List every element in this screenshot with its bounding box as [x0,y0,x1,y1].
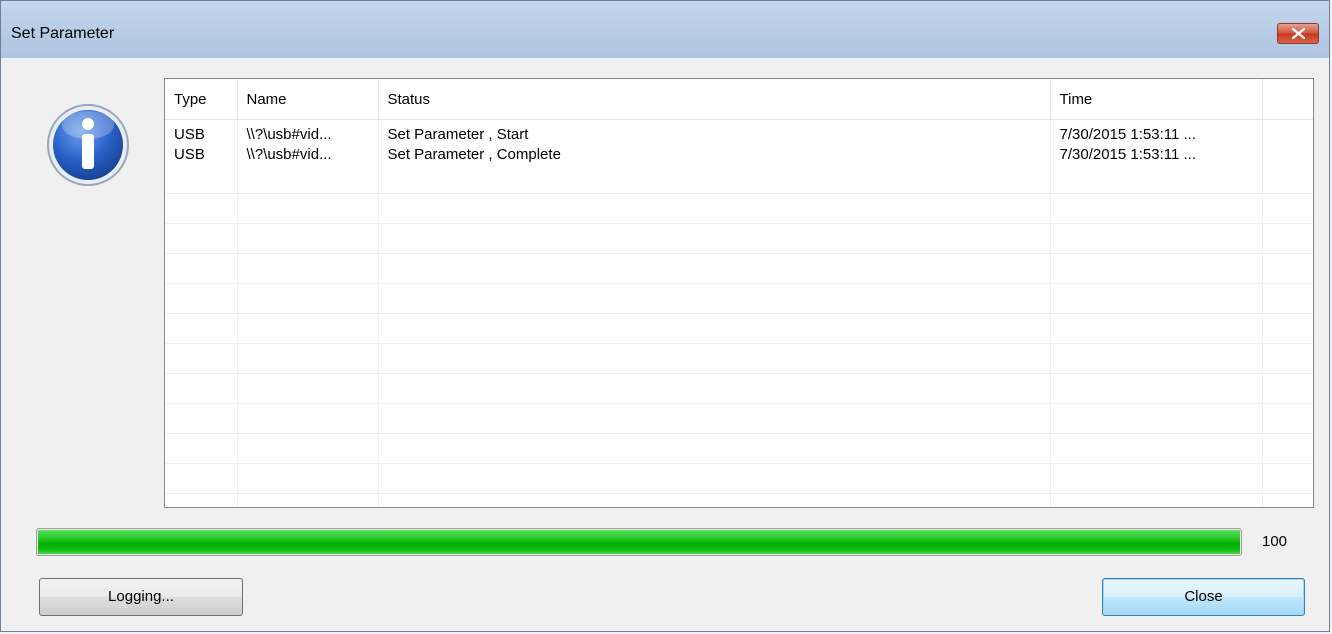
cell-type: USB [165,144,238,164]
cell-name: \\?\usb#vid... [237,119,379,144]
column-header-type[interactable]: Type [165,79,238,120]
empty-rows [165,164,1313,507]
logging-button[interactable]: Logging... [39,578,243,616]
window-title: Set Parameter [11,25,115,42]
cell-time: 7/30/2015 1:53:11 ... [1050,144,1263,164]
log-table: Type Name Status Time USB \\?\usb#vid...… [165,79,1313,507]
log-list[interactable]: Type Name Status Time USB \\?\usb#vid...… [164,78,1314,508]
window-close-button[interactable] [1277,23,1319,44]
cell-filler [1262,144,1313,164]
column-header-status[interactable]: Status [378,79,1051,120]
dialog-body: Type Name Status Time USB \\?\usb#vid...… [9,58,1321,623]
cell-name: \\?\usb#vid... [237,144,379,164]
cell-status: Set Parameter , Complete [378,144,1051,164]
table-row[interactable]: USB \\?\usb#vid... Set Parameter , Compl… [165,144,1313,164]
cell-filler [1262,119,1313,144]
progress-bar [36,528,1242,556]
cell-time: 7/30/2015 1:53:11 ... [1050,119,1263,144]
table-header: Type Name Status Time [165,79,1313,120]
set-parameter-dialog: Set Parameter Type Name Status Time USB … [0,0,1330,632]
column-header-filler [1262,79,1313,120]
cell-status: Set Parameter , Start [378,119,1051,144]
close-icon [1292,28,1305,39]
cell-type: USB [165,119,238,144]
progress-percent: 100 [1262,533,1288,550]
table-row[interactable]: USB \\?\usb#vid... Set Parameter , Start… [165,119,1313,144]
info-icon [47,104,129,186]
column-header-name[interactable]: Name [237,79,379,120]
column-header-time[interactable]: Time [1050,79,1263,120]
progress-fill [38,530,1240,554]
title-bar: Set Parameter [1,1,1329,58]
close-button[interactable]: Close [1102,578,1305,616]
